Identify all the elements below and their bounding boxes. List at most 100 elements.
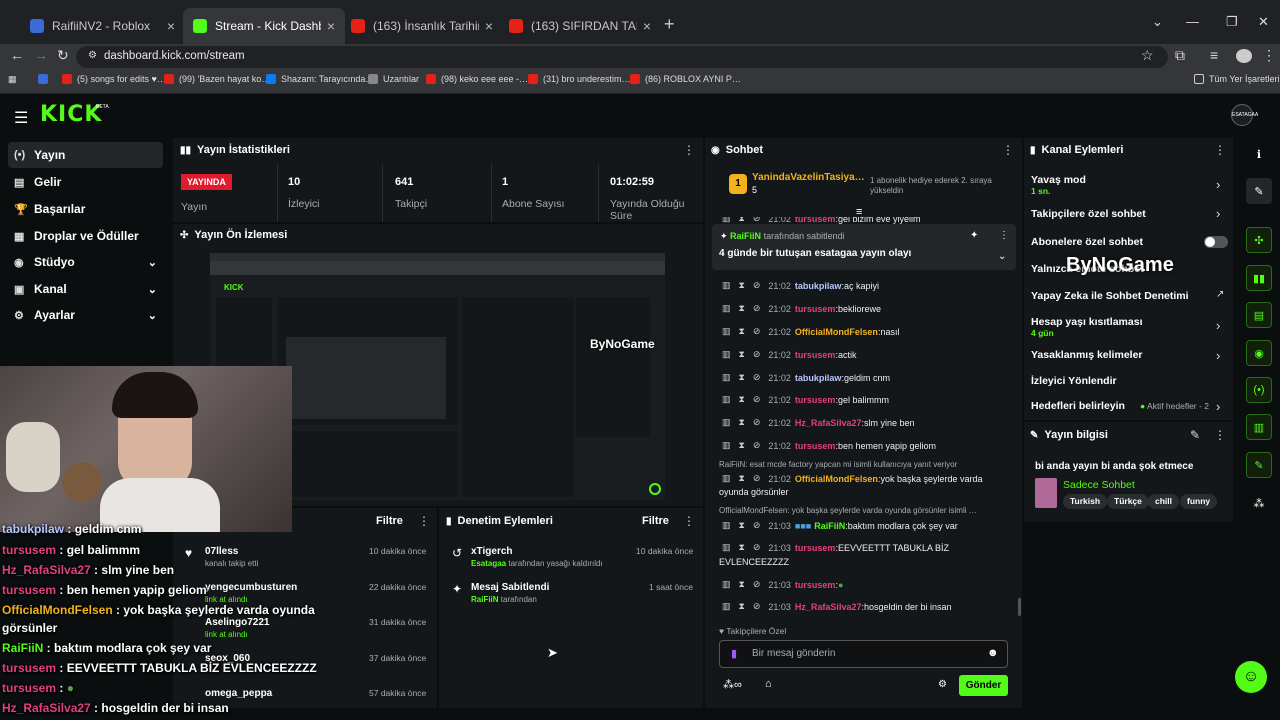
bookmark-star-icon[interactable]: ☆ [1141,47,1154,64]
action-raid[interactable]: İzleyici Yönlendir [1031,375,1117,387]
browser-tab[interactable]: RaifiiNV2 - Roblox × [20,8,185,44]
sidebar-item-kanal[interactable]: ▣ Kanal ⌄ [8,276,163,302]
action-followers-only[interactable]: Takipçilere özel sohbet [1031,208,1146,220]
chat-message[interactable]: ▥ ⧗ ⊘ 21:02 OfficialMondFelsen: yok başka şe… [722,473,983,484]
address-bar[interactable]: dashboard.kick.com/stream [76,46,1168,68]
kick-points-icon[interactable]: ⁂∞ [723,678,742,691]
activity-filter-button[interactable]: Filtre [376,515,403,527]
new-tab-icon[interactable]: + [664,14,675,35]
browser-tab[interactable]: (163) SIFIRDAN TARİKAT KURD…× [499,8,661,44]
extensions-icon[interactable]: ⧉ [1175,47,1185,64]
chevron-right-icon[interactable]: › [1216,177,1220,192]
chat-message[interactable]: ▥ ⧗ ⊘ 21:03 Hz_RafaSilva27: hosgeldin der bi… [722,601,952,612]
collapse-icon[interactable]: ≡ [856,206,862,218]
bookmark[interactable]: (31) bro underestim… [528,74,631,84]
delete-icon[interactable]: ▥ [722,303,731,314]
close-tab-icon[interactable]: × [643,18,651,34]
chat-message[interactable]: ▥ ⧗ ⊘ 21:03 tursusem: ● [722,579,843,590]
timeout-icon[interactable]: ⧗ [739,579,745,590]
action-goals[interactable]: Hedefleri belirleyin [1031,400,1125,412]
ban-icon[interactable]: ⊘ [753,349,761,360]
chat-message[interactable]: ▥ ⧗ ⊘ 21:02 tursusem: gel balimmm [722,394,889,405]
ban-icon[interactable]: ⊘ [753,542,761,553]
actions-menu-icon[interactable]: ⋮ [1214,143,1226,157]
activity-user[interactable]: yengecumbusturen [205,582,297,593]
bookmark[interactable]: Shazam: Tarayıcında… [266,74,374,84]
bookmark-icon[interactable] [38,74,53,84]
restore-icon[interactable]: ❐ [1226,14,1238,30]
delete-icon[interactable]: ▥ [722,394,731,405]
action-banned-words[interactable]: Yasaklanmış kelimeler [1031,349,1143,361]
delete-icon[interactable]: ▥ [722,326,731,337]
ban-icon[interactable]: ⊘ [753,473,761,484]
all-bookmarks[interactable]: Tüm Yer İşaretleri [1194,74,1280,84]
chat-widget-icon[interactable]: ◉ [1246,340,1272,366]
chat-message[interactable]: ▥ ⧗ ⊘ 21:02 tabukpilaw: aç kapiyi [722,280,879,291]
subscribers-only-toggle[interactable] [1204,236,1228,248]
profile-icon[interactable] [1236,49,1252,63]
activity-user[interactable]: omega_peppa [205,688,272,699]
modlog-action[interactable]: Mesaj Sabitlendi [471,582,549,593]
activity-menu-icon[interactable]: ⋮ [418,514,430,528]
timeout-icon[interactable]: ⧗ [739,440,745,451]
forward-icon[interactable]: → [34,47,48,63]
sidebar-item-yayin[interactable]: (•) Yayın [8,142,163,168]
action-ai-moderation[interactable]: Yapay Zeka ile Sohbet Denetimi [1031,290,1189,302]
modlog-menu-icon[interactable]: ⋮ [683,514,695,528]
delete-icon[interactable]: ▥ [722,440,731,451]
send-button[interactable]: Gönder [959,675,1008,696]
ban-icon[interactable]: ⊘ [753,372,761,383]
sidebar-item-gelir[interactable]: ▤ Gelir [8,169,163,195]
chat-message[interactable]: ▥ ⧗ ⊘ 21:03 ■■■ RaiFiiN: baktım modlara çok ş… [722,520,958,531]
chevron-right-icon[interactable]: › [1216,318,1220,333]
apps-icon[interactable]: ▦ [8,74,17,85]
chat-menu-icon[interactable]: ⋮ [1002,143,1014,157]
delete-icon[interactable]: ▥ [722,542,731,553]
delete-icon[interactable]: ▥ [722,473,731,484]
browser-tab-active[interactable]: Stream - Kick Dashboard× [183,8,345,44]
ban-icon[interactable]: ⊘ [753,394,761,405]
bookmark[interactable]: (86) ROBLOX AYNI P… [630,74,741,84]
browser-tab[interactable]: (163) İnsanlık Tarihinin En Tehli…× [341,8,503,44]
minimize-icon[interactable]: — [1186,14,1199,29]
ban-icon[interactable]: ⊘ [753,303,761,314]
sidebar-item-studyo[interactable]: ◉ Stüdyo ⌄ [8,249,163,275]
sidebar-item-droplar[interactable]: ▦ Droplar ve Ödüller [8,223,163,249]
edit-icon[interactable]: ✎ [1190,428,1200,442]
ban-icon[interactable]: ⊘ [753,601,761,612]
action-slow-mode[interactable]: Yavaş mod [1031,174,1086,186]
chat-message[interactable]: ▥ ⧗ ⊘ 21:02 Hz_RafaSilva27: slm yine ben [722,417,915,428]
timeout-icon[interactable]: ⧗ [739,280,745,291]
delete-icon[interactable]: ▥ [722,601,731,612]
delete-icon[interactable]: ▥ [722,579,731,590]
modlog-widget-icon[interactable]: ▥ [1246,414,1272,440]
close-window-icon[interactable]: ✕ [1258,14,1269,30]
delete-icon[interactable]: ▥ [722,372,731,383]
action-subscribers-only[interactable]: Abonelere özel sohbet [1031,236,1143,248]
delete-icon[interactable]: ▥ [722,417,731,428]
delete-icon[interactable]: ▥ [722,349,731,360]
ban-icon[interactable]: ⊘ [753,579,761,590]
back-icon[interactable]: ← [10,47,24,63]
timeout-icon[interactable]: ⧗ [739,303,745,314]
timeout-icon[interactable]: ⧗ [739,326,745,337]
chat-settings-icon[interactable]: ⚙ [938,679,947,690]
category-name[interactable]: Sadece Sohbet [1063,479,1135,491]
sidebar-item-basarilar[interactable]: 🏆 Başarılar [8,196,163,222]
kick-logo[interactable]: KICK [40,102,102,127]
category-thumbnail[interactable] [1035,478,1057,508]
stats-widget-icon[interactable]: ▮▮ [1246,265,1272,291]
timeout-icon[interactable]: ⧗ [739,372,745,383]
ban-icon[interactable]: ⊘ [753,280,761,291]
stats-menu-icon[interactable]: ⋮ [683,143,695,157]
external-link-icon[interactable]: ↗ [1216,289,1224,300]
timeout-icon[interactable]: ⧗ [739,473,745,484]
modlog-user[interactable]: xTigerch [471,546,513,557]
pinned-menu-icon[interactable]: ⋮ [999,230,1009,241]
activity-user[interactable]: Aselingo7221 [205,617,269,628]
chat-message[interactable]: ▥ ⧗ ⊘ 21:02 tursusem: actik [722,349,856,360]
timeout-icon[interactable]: ⧗ [739,349,745,360]
timeout-icon[interactable]: ⧗ [739,542,745,553]
ban-icon[interactable]: ⊘ [753,326,761,337]
unpin-icon[interactable]: ✦ [970,230,978,241]
